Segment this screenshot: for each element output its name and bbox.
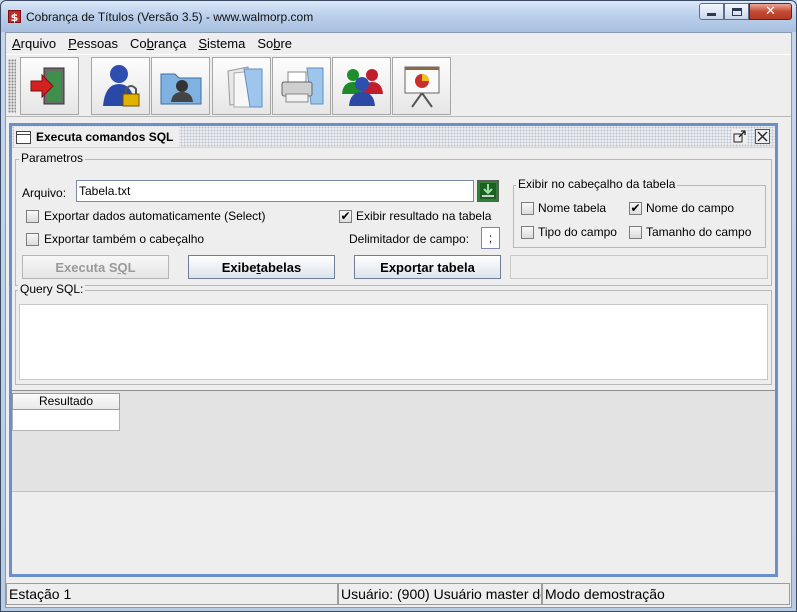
show-result-label: Exibir resultado na tabela: [356, 209, 492, 223]
client-area: Arquivo Pessoas Cobrança Sistema Sobre E…: [5, 32, 792, 608]
tamanho-campo-checkbox[interactable]: [629, 226, 642, 239]
frame-title: Executa comandos SQL: [36, 130, 174, 144]
window-title: Cobrança de Títulos (Versão 3.5) - www.w…: [26, 10, 314, 24]
user-security-button[interactable]: [91, 57, 150, 115]
arquivo-label: Arquivo:: [22, 186, 67, 200]
close-window-button[interactable]: ✕: [749, 3, 792, 20]
exit-button[interactable]: [20, 57, 79, 115]
nome-tabela-label: Nome tabela: [538, 201, 607, 215]
nome-campo-checkbox[interactable]: ✔: [629, 202, 642, 215]
users-group-button[interactable]: [332, 57, 391, 115]
print-button[interactable]: [272, 57, 331, 115]
query-sql-panel: Query SQL:: [15, 282, 772, 385]
menu-sobre[interactable]: Sobre: [251, 36, 298, 51]
presentation-chart-icon: [404, 66, 439, 108]
user-security-icon: [102, 65, 139, 107]
exit-door-icon: [30, 67, 64, 105]
result-cell[interactable]: [12, 410, 120, 431]
export-header-checkbox[interactable]: [26, 233, 39, 246]
close-icon: [757, 131, 768, 142]
documents-button[interactable]: [212, 57, 271, 115]
menu-cobranca[interactable]: Cobrança: [124, 36, 192, 51]
show-result-checkbox[interactable]: ✔: [339, 210, 352, 223]
menu-bar: Arquivo Pessoas Cobrança Sistema Sobre: [6, 33, 791, 54]
internal-frame-title-bar[interactable]: Executa comandos SQL: [12, 126, 775, 148]
maximize-button[interactable]: [724, 3, 749, 20]
result-table[interactable]: Resultado: [12, 390, 775, 492]
contacts-folder-icon: [160, 73, 201, 105]
tamanho-campo-label: Tamanho do campo: [646, 225, 752, 239]
result-column-header[interactable]: Resultado: [12, 393, 120, 410]
toolbar: [6, 54, 791, 117]
query-sql-legend: Query SQL:: [18, 282, 86, 296]
users-group-icon: [341, 69, 383, 106]
minimize-button[interactable]: [699, 3, 724, 20]
documents-icon: [226, 66, 262, 108]
export-auto-label: Exportar dados automaticamente (Select): [44, 209, 266, 223]
menu-pessoas[interactable]: Pessoas: [62, 36, 124, 51]
menu-arquivo[interactable]: Arquivo: [6, 36, 62, 51]
sql-internal-frame: Executa comandos SQL Parametros Arquivo:…: [9, 123, 778, 577]
status-user: Usuário: (900) Usuário master do sistema: [338, 583, 542, 605]
query-sql-textarea[interactable]: [19, 304, 768, 380]
export-auto-checkbox[interactable]: [26, 210, 39, 223]
detach-frame-button[interactable]: [732, 129, 747, 144]
nome-campo-label: Nome do campo: [646, 201, 735, 215]
close-icon: ✕: [765, 4, 776, 19]
status-mode: Modo demostração: [542, 583, 790, 605]
presentation-button[interactable]: [392, 57, 451, 115]
frame-title-wrap: Executa comandos SQL: [14, 127, 180, 147]
delimiter-label: Delimitador de campo:: [349, 232, 470, 246]
status-station: Estação 1: [6, 583, 338, 605]
close-frame-button[interactable]: [755, 129, 770, 144]
progress-area: [510, 255, 768, 279]
header-options-legend: Exibir no cabeçalho da tabela: [516, 177, 678, 191]
parameters-panel: Parametros Arquivo: Tabela.txt Exportar …: [15, 151, 772, 286]
tipo-campo-checkbox[interactable]: [521, 226, 534, 239]
window-frame-icon: [16, 130, 31, 144]
app-dollar-icon[interactable]: $: [8, 10, 21, 24]
toolbar-grip[interactable]: [8, 59, 16, 113]
show-tables-button[interactable]: Exibe t abelas: [188, 255, 335, 279]
export-header-label: Exportar também o cabeçalho: [44, 232, 205, 246]
parameters-legend: Parametros: [19, 151, 86, 165]
application-window: $ Cobrança de Títulos (Versão 3.5) - www…: [0, 0, 797, 612]
tipo-campo-label: Tipo do campo: [538, 225, 617, 239]
table-header-options-group: Exibir no cabeçalho da tabela Nome tabel…: [513, 177, 766, 248]
contacts-button[interactable]: [151, 57, 210, 115]
choose-file-button[interactable]: [477, 180, 499, 202]
pop-out-icon: [733, 130, 746, 143]
printer-icon: [281, 67, 323, 105]
delimiter-field[interactable]: ;: [481, 227, 500, 249]
minimize-icon: [707, 13, 716, 16]
maximize-icon: [731, 7, 742, 16]
download-arrow-icon: [480, 183, 496, 199]
arquivo-field[interactable]: Tabela.txt: [76, 180, 474, 202]
title-bar[interactable]: $ Cobrança de Títulos (Versão 3.5) - www…: [1, 1, 796, 32]
status-bar: Estação 1 Usuário: (900) Usuário master …: [6, 581, 791, 607]
export-table-button[interactable]: Expor t ar tabela: [354, 255, 501, 279]
nome-tabela-checkbox[interactable]: [521, 202, 534, 215]
menu-sistema[interactable]: Sistema: [192, 36, 251, 51]
execute-sql-button[interactable]: Executa SQL: [22, 255, 169, 279]
